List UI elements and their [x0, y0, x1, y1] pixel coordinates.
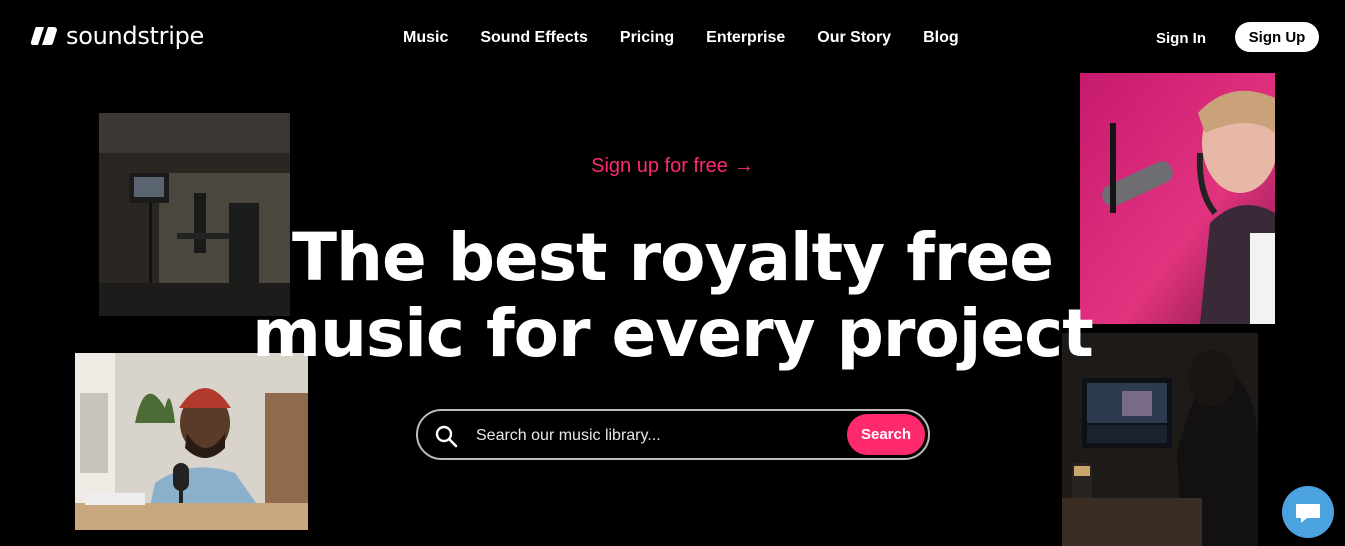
logo-text: soundstripe	[66, 22, 204, 50]
chat-button[interactable]	[1282, 486, 1334, 538]
headline-line-1: The best royalty free	[292, 219, 1054, 296]
sign-up-button[interactable]: Sign Up	[1235, 22, 1319, 52]
nav-item-our-story[interactable]: Our Story	[817, 29, 891, 47]
man-at-microphone-photo	[75, 353, 308, 530]
nav-item-blog[interactable]: Blog	[923, 29, 959, 47]
sign-in-link[interactable]: Sign In	[1156, 30, 1206, 47]
main-nav: Music Sound Effects Pricing Enterprise O…	[403, 29, 959, 47]
page: soundstripe Music Sound Effects Pricing …	[0, 0, 1345, 546]
nav-item-music[interactable]: Music	[403, 29, 448, 47]
search-icon	[435, 425, 458, 448]
search-button[interactable]: Search	[847, 414, 925, 455]
search-input[interactable]	[474, 420, 838, 452]
hero-headline: The best royalty free music for every pr…	[0, 220, 1345, 372]
soundstripe-logo-icon	[30, 27, 57, 46]
nav-item-sound-effects[interactable]: Sound Effects	[480, 29, 588, 47]
music-search-bar: Search	[416, 409, 930, 460]
nav-item-enterprise[interactable]: Enterprise	[706, 29, 785, 47]
sign-up-free-link[interactable]: Sign up for free →	[0, 155, 1345, 178]
cta-label: Sign up for free	[591, 155, 728, 177]
logo[interactable]: soundstripe	[30, 22, 204, 50]
nav-item-pricing[interactable]: Pricing	[620, 29, 674, 47]
arrow-right-icon: →	[733, 155, 754, 177]
chat-bubble-icon	[1296, 503, 1320, 523]
headline-line-2: music for every project	[252, 295, 1094, 372]
